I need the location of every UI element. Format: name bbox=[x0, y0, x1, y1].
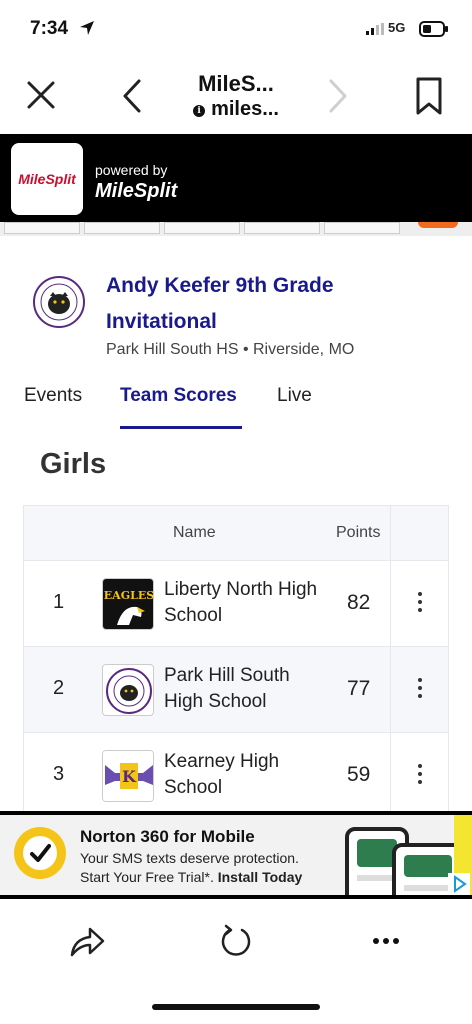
milesplit-banner[interactable]: MileSplit powered by MileSplit bbox=[0, 134, 472, 222]
team-rank: 3 bbox=[53, 763, 65, 785]
url-text: miles... bbox=[211, 98, 279, 120]
panthers-logo bbox=[102, 664, 154, 716]
meet-tabs: Events Team Scores Live bbox=[0, 380, 472, 430]
location-arrow-icon bbox=[80, 21, 94, 35]
table-row[interactable]: 1 EAGLES Liberty North High School 82 bbox=[24, 561, 448, 647]
team-name[interactable]: Park Hill South High School bbox=[164, 663, 324, 715]
powered-by-brand: MileSplit bbox=[95, 180, 178, 202]
reload-icon[interactable] bbox=[218, 923, 254, 959]
park-hill-south-panthers-logo bbox=[33, 276, 85, 328]
team-name[interactable]: Kearney High School bbox=[164, 749, 324, 801]
ad-line-1: Your SMS texts deserve protection. bbox=[80, 850, 299, 866]
table-header: Name Points bbox=[24, 506, 448, 561]
status-time: 7:34 bbox=[30, 18, 69, 39]
adchoices-icon[interactable] bbox=[448, 873, 470, 895]
status-bar: 7:34 5G bbox=[0, 0, 472, 58]
column-header-name: Name bbox=[173, 524, 216, 541]
more-menu-icon[interactable] bbox=[372, 937, 400, 945]
more-options-icon[interactable] bbox=[412, 589, 428, 619]
more-options-icon[interactable] bbox=[412, 675, 428, 705]
signal-icon bbox=[366, 23, 384, 35]
powered-by-label: powered by bbox=[95, 162, 168, 178]
page-title: MileS... bbox=[198, 71, 274, 96]
table-row[interactable]: 3 K Kearney High School 59 bbox=[24, 733, 448, 814]
more-options-icon[interactable] bbox=[412, 761, 428, 791]
tab-team-scores[interactable]: Team Scores bbox=[120, 385, 237, 407]
team-points: 59 bbox=[347, 763, 371, 786]
active-tab-indicator bbox=[120, 426, 242, 429]
home-indicator[interactable] bbox=[152, 1004, 320, 1010]
network-type: 5G bbox=[388, 20, 406, 35]
team-points: 82 bbox=[347, 591, 371, 614]
kearney-logo: K bbox=[102, 750, 154, 802]
battery-icon bbox=[419, 21, 448, 37]
meet-location: Park Hill South HS • Riverside, MO bbox=[106, 341, 355, 358]
page-url[interactable]: i miles... bbox=[150, 98, 322, 121]
forward-chevron-icon[interactable] bbox=[326, 78, 350, 114]
meet-title: Andy Keefer 9th Grade Invitational bbox=[106, 274, 334, 333]
eagles-logo: EAGLES bbox=[102, 578, 154, 630]
ad-cta[interactable]: Install Today bbox=[218, 869, 303, 885]
team-rank: 1 bbox=[53, 591, 65, 613]
team-rank: 2 bbox=[53, 677, 65, 699]
tab-live[interactable]: Live bbox=[277, 385, 312, 407]
team-name[interactable]: Liberty North High School bbox=[164, 577, 324, 629]
norton-checkmark-icon bbox=[14, 827, 66, 879]
bookmark-icon[interactable] bbox=[414, 76, 444, 116]
browser-top-bar: MileS... i miles... bbox=[0, 58, 472, 134]
team-points: 77 bbox=[347, 677, 371, 700]
column-header-points: Points bbox=[336, 524, 381, 541]
back-chevron-icon[interactable] bbox=[120, 78, 144, 114]
advertisement-banner[interactable]: Norton 360 for Mobile Your SMS texts des… bbox=[0, 811, 472, 899]
column-divider bbox=[390, 506, 391, 814]
ad-line-2: Start Your Free Trial*. Install Today bbox=[80, 869, 303, 885]
section-title: Girls bbox=[40, 448, 107, 480]
close-icon[interactable] bbox=[24, 78, 58, 112]
team-scores-table: Name Points 1 EAGLES Liberty North High … bbox=[23, 505, 449, 815]
table-row[interactable]: 2 Park Hill South High School 77 bbox=[24, 647, 448, 733]
header-accent bbox=[418, 222, 458, 228]
tab-events[interactable]: Events bbox=[24, 385, 82, 407]
site-header-strip bbox=[0, 222, 472, 236]
ad-headline: Norton 360 for Mobile bbox=[80, 827, 255, 846]
svg-text:EAGLES: EAGLES bbox=[104, 589, 154, 602]
share-icon[interactable] bbox=[68, 923, 106, 961]
milesplit-logo: MileSplit bbox=[11, 143, 83, 215]
info-icon: i bbox=[193, 105, 206, 117]
svg-text:K: K bbox=[122, 767, 137, 786]
